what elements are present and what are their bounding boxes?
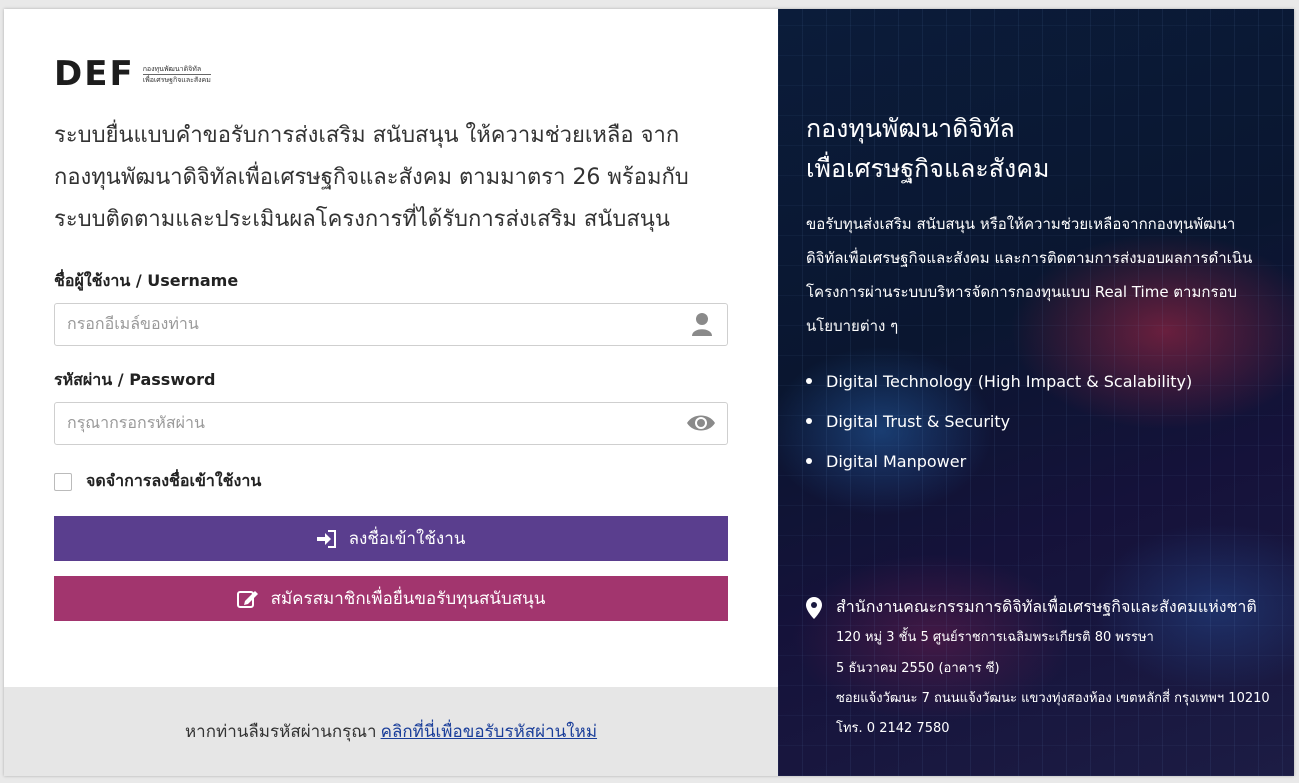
login-button-label: ลงชื่อเข้าใช้งาน [348,529,466,549]
list-item-label: Digital Trust & Security [826,411,1011,431]
eye-icon[interactable] [685,410,717,436]
address-line1: 120 หมู่ 3 ชั้น 5 ศูนย์ราชการเฉลิมพระเกี… [836,630,1154,645]
login-page: DEF กองทุนพัฒนาดิจิทัล เพื่อเศรษฐกิจและส… [4,9,1294,776]
login-panel: DEF กองทุนพัฒนาดิจิทัล เพื่อเศรษฐกิจและส… [4,9,778,776]
phone-number: โทร. 0 2142 7580 [836,721,950,736]
password-label: รหัสผ่าน / Password [54,370,216,389]
forgot-password-text: หากท่านลืมรหัสผ่านกรุณา [184,722,377,742]
username-label: ชื่อผู้ใช้งาน / Username [54,271,239,290]
password-field-wrap [54,402,728,445]
login-button[interactable]: ลงชื่อเข้าใช้งาน [54,516,728,561]
username-input[interactable] [55,304,679,343]
remember-label: จดจำการลงชื่อเข้าใช้งาน [86,471,262,490]
info-panel: กองทุนพัฒนาดิจิทัล เพื่อเศรษฐกิจและสังคม… [778,9,1294,776]
address-line3: ซอยแจ้งวัฒนะ 7 ถนนแจ้งวัฒนะ แขวงทุ่งสองห… [836,691,1270,706]
fund-description-line2: ดิจิทัลเพื่อเศรษฐกิจและสังคม และการติดตา… [806,249,1253,267]
password-input[interactable] [55,403,679,442]
remember-checkbox[interactable] [54,472,72,491]
logo-mark: DEF [54,54,135,94]
fund-title-line1: กองทุนพัฒนาดิจิทัล [806,114,1015,143]
headline-line3: ระบบติดตามและประเมินผลโครงการที่ได้รับกา… [54,207,670,232]
register-button[interactable]: สมัครสมาชิกเพื่อยื่นขอรับทุนสนับสนุน [54,576,728,621]
logo-subtitle-line1: กองทุนพัฒนาดิจิทัล [142,64,211,75]
list-item-label: Digital Technology (High Impact & Scalab… [826,371,1193,391]
headline-line2: กองทุนพัฒนาดิจิทัลเพื่อเศรษฐกิจและสังคม … [54,165,689,190]
fund-description-line4: นโยบายต่าง ๆ [806,317,899,335]
office-name: สำนักงานคณะกรรมการดิจิทัลเพื่อเศรษฐกิจแล… [836,597,1257,616]
fund-title-line2: เพื่อเศรษฐกิจและสังคม [806,154,1050,183]
sign-in-icon [316,529,337,548]
fund-description: ขอรับทุนส่งเสริม สนับสนุน หรือให้ความช่ว… [806,207,1284,343]
logo-subtitle: กองทุนพัฒนาดิจิทัล เพื่อเศรษฐกิจและสังคม [142,64,211,85]
user-icon [689,311,715,337]
forgot-password-bar: หากท่านลืมรหัสผ่านกรุณา คลิกที่นี่เพื่อข… [4,687,778,776]
bullet-icon [806,418,812,424]
focus-list: Digital Technology (High Impact & Scalab… [806,361,1192,481]
logo-subtitle-line2: เพื่อเศรษฐกิจและสังคม [142,75,211,84]
map-pin-icon [806,597,822,623]
bullet-icon [806,378,812,384]
list-item: Digital Technology (High Impact & Scalab… [806,361,1192,401]
username-field-wrap [54,303,728,346]
forgot-password-link[interactable]: คลิกที่นี่เพื่อขอรับรหัสผ่านใหม่ [381,718,597,745]
list-item: Digital Manpower [806,441,1192,481]
address-line2: 5 ธันวาคม 2550 (อาคาร ซี) [836,661,1000,676]
def-logo: DEF กองทุนพัฒนาดิจิทัล เพื่อเศรษฐกิจและส… [54,57,211,91]
list-item-label: Digital Manpower [826,451,967,471]
fund-description-line3: โครงการผ่านระบบบริหารจัดการกองทุนแบบ Rea… [806,283,1238,301]
page-headline: ระบบยื่นแบบคำขอรับการส่งเสริม สนับสนุน ใ… [54,115,754,241]
fund-description-line1: ขอรับทุนส่งเสริม สนับสนุน หรือให้ความช่ว… [806,215,1236,233]
bullet-icon [806,458,812,464]
register-button-label: สมัครสมาชิกเพื่อยื่นขอรับทุนสนับสนุน [270,589,546,609]
headline-line1: ระบบยื่นแบบคำขอรับการส่งเสริม สนับสนุน ใ… [54,123,680,148]
fund-title: กองทุนพัฒนาดิจิทัล เพื่อเศรษฐกิจและสังคม [806,109,1276,189]
list-item: Digital Trust & Security [806,401,1192,441]
remember-me: จดจำการลงชื่อเข้าใช้งาน [54,469,261,494]
edit-icon [236,589,259,609]
